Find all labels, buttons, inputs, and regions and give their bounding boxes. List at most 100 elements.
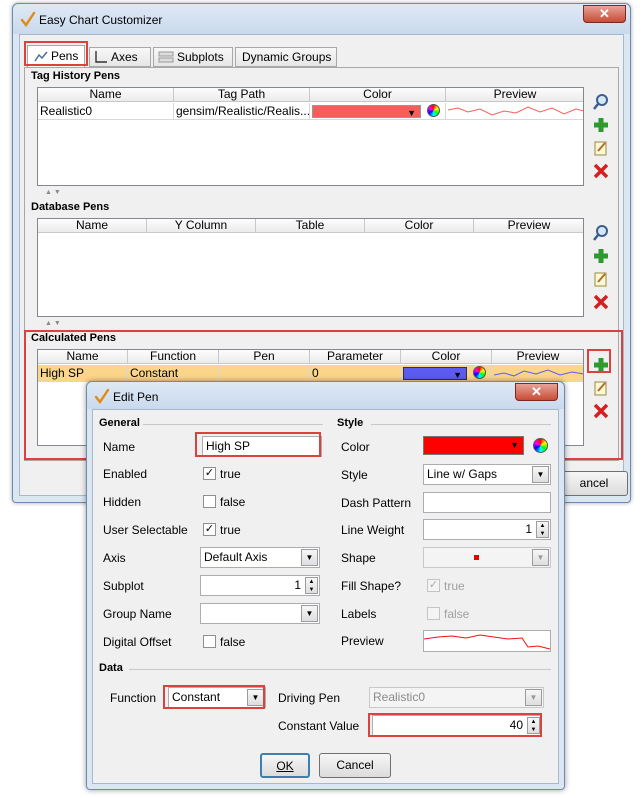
style-header: Style [337,417,364,429]
spinner-arrows-icon[interactable]: ▲ ▼ [536,521,549,538]
name-input[interactable]: High SP [202,436,322,457]
column-header[interactable]: Pen [219,350,310,364]
column-header[interactable]: Y Column [147,219,256,233]
color-wheel-icon[interactable] [427,104,440,117]
labels-checkbox[interactable] [427,607,440,620]
digital-offset-checkbox[interactable] [203,635,216,648]
edit-icon[interactable] [592,379,610,397]
line-weight-stepper[interactable]: 1 ▲ ▼ [423,519,551,540]
color-swatch[interactable]: ▼ [312,105,421,118]
edit-pen-title: Edit Pen [113,390,159,404]
subplot-stepper[interactable]: 1 ▲ ▼ [200,575,320,596]
pen-preview-sparkline [448,106,583,116]
split-handle-icon[interactable]: ▲▼ [45,189,63,196]
user-selectable-label: User Selectable [103,523,188,537]
user-selectable-text: true [220,523,241,537]
cell-preview [492,365,583,382]
column-header[interactable]: Color [310,88,446,102]
split-handle-icon[interactable]: ▲▼ [45,320,63,327]
dropdown-arrow-icon[interactable]: ▼ [247,689,264,706]
database-pens-title: Database Pens [31,201,110,213]
edit-icon[interactable] [592,270,610,288]
line-chart-icon [34,51,48,62]
main-close-button[interactable]: ✕ [583,5,626,23]
axes-icon [95,51,107,63]
column-header[interactable]: Table [256,219,365,233]
column-header[interactable]: Preview [492,350,583,364]
dropdown-arrow-icon[interactable]: ▼ [301,549,318,566]
color-swatch[interactable]: ▼ [403,367,467,380]
tab-pens[interactable]: Pens [27,45,85,68]
column-header[interactable]: Color [401,350,492,364]
preview-label: Preview [341,634,384,648]
dropdown-arrow-icon[interactable]: ▼ [525,689,542,706]
hidden-checkbox[interactable] [203,495,216,508]
user-selectable-checkbox[interactable]: ✓ [203,523,216,536]
dash-pattern-input[interactable] [423,492,551,513]
calculated-pens-title: Calculated Pens [31,332,116,344]
column-header[interactable]: Name [38,88,174,102]
search-icon[interactable] [592,224,610,242]
driving-pen-select[interactable]: Realistic0 ▼ [369,687,544,708]
edit-pen-titlebar: Edit Pen ✕ [87,382,564,409]
function-select[interactable]: Constant ▼ [168,687,266,708]
line-weight-label: Line Weight [341,523,405,537]
cell-parameter: 0 [310,365,401,382]
dropdown-arrow-icon[interactable]: ▼ [532,466,549,483]
dropdown-arrow-icon[interactable]: ▼ [301,605,318,622]
tab-dynamic-groups[interactable]: Dynamic Groups [235,47,337,67]
subplot-value: 1 [294,578,301,592]
enabled-checkbox[interactable]: ✓ [203,467,216,480]
digital-offset-text: false [220,635,246,649]
tab-axes[interactable]: Axes [89,47,151,67]
column-header[interactable]: Color [365,219,474,233]
column-header[interactable]: Name [38,350,128,364]
driving-pen-label: Driving Pen [278,691,341,705]
axis-select[interactable]: Default Axis ▼ [200,547,320,568]
edit-pen-close-button[interactable]: ✕ [515,383,558,401]
constant-value-stepper[interactable]: 40 ▲ ▼ [372,715,542,736]
group-name-select[interactable]: ▼ [200,603,320,624]
cell-pen [219,365,310,382]
cell-color[interactable]: ▼ [401,365,492,382]
spinner-arrows-icon[interactable]: ▲ ▼ [527,717,540,734]
dropdown-arrow-icon[interactable]: ▼ [532,549,549,566]
column-header[interactable]: Parameter [310,350,401,364]
cancel-button[interactable]: Cancel [319,753,391,778]
delete-icon[interactable] [592,293,610,311]
search-icon[interactable] [592,93,610,111]
add-icon[interactable] [592,356,610,374]
cancel-label: Cancel [336,758,374,772]
edit-icon[interactable] [592,139,610,157]
spinner-arrows-icon[interactable]: ▲ ▼ [305,577,318,594]
enabled-text: true [220,467,241,481]
edit-pen-client: General Name High SP Enabled ✓ true Hidd… [92,409,559,784]
color-wheel-icon[interactable] [473,366,486,379]
general-header: General [99,417,140,429]
shape-select[interactable]: ▼ [423,547,551,568]
dash-pattern-label: Dash Pattern [341,496,412,510]
delete-icon[interactable] [592,162,610,180]
tab-dynamic-groups-label: Dynamic Groups [242,50,332,64]
enabled-label: Enabled [103,467,148,481]
cell-name: High SP [38,365,128,382]
delete-icon[interactable] [592,402,610,420]
add-icon[interactable] [592,247,610,265]
labels-label: Labels [341,607,377,621]
ok-button[interactable]: OK [260,753,310,778]
color-wheel-icon[interactable] [533,438,548,453]
tab-pens-label: Pens [51,49,79,63]
tab-subplots[interactable]: Subplots [153,47,233,67]
column-header[interactable]: Tag Path [174,88,310,102]
column-header[interactable]: Function [128,350,219,364]
main-cancel-button[interactable]: ancel [560,471,628,496]
column-header[interactable]: Name [38,219,147,233]
style-select[interactable]: Line w/ Gaps ▼ [423,464,551,485]
column-header[interactable]: Preview [474,219,583,233]
function-value: Constant [172,690,221,704]
add-icon[interactable] [592,116,610,134]
cell-color[interactable]: ▼ [310,103,446,120]
fill-shape-checkbox[interactable]: ✓ [427,579,440,592]
column-header[interactable]: Preview [446,88,583,102]
color-picker[interactable]: ▼ [423,436,524,455]
